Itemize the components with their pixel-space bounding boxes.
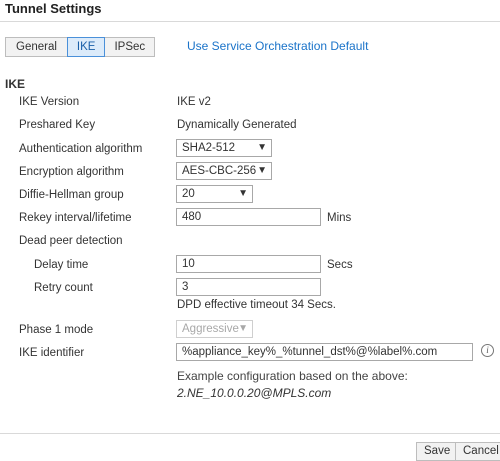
- dh-group-label: Diffie-Hellman group: [19, 189, 124, 201]
- chevron-down-icon: ▼: [257, 142, 267, 153]
- encryption-algorithm-value: AES-CBC-256: [182, 165, 257, 177]
- chevron-down-icon: ▼: [238, 188, 248, 199]
- encryption-algorithm-label: Encryption algorithm: [19, 166, 124, 178]
- use-orchestration-default-link[interactable]: Use Service Orchestration Default: [187, 39, 368, 53]
- tab-ipsec[interactable]: IPSec: [104, 37, 156, 57]
- dh-group-value: 20: [182, 188, 195, 200]
- phase1-mode-value: Aggressive: [182, 323, 239, 335]
- rekey-unit: Mins: [327, 212, 352, 224]
- page-title: Tunnel Settings: [5, 1, 102, 16]
- ike-identifier-input[interactable]: [176, 343, 473, 361]
- rekey-label: Rekey interval/lifetime: [19, 212, 132, 224]
- cancel-button[interactable]: Cancel: [455, 442, 500, 461]
- dpd-label: Dead peer detection: [19, 235, 123, 247]
- phase1-mode-select[interactable]: Aggressive ▼: [176, 320, 253, 338]
- delay-time-input[interactable]: [176, 255, 321, 273]
- section-title-ike: IKE: [5, 77, 26, 91]
- ike-version-label: IKE Version: [19, 96, 80, 108]
- info-icon[interactable]: i: [481, 344, 494, 357]
- title-divider: [0, 21, 500, 22]
- phase1-mode-label: Phase 1 mode: [19, 324, 94, 336]
- example-config-text: Example configuration based on the above…: [177, 369, 408, 383]
- delay-time-label: Delay time: [34, 259, 89, 271]
- retry-count-input[interactable]: [176, 278, 321, 296]
- example-config-value: 2.NE_10.0.0.20@MPLS.com: [177, 386, 332, 400]
- tab-general[interactable]: General: [5, 37, 68, 57]
- ike-version-value: IKE v2: [177, 96, 211, 108]
- preshared-key-value: Dynamically Generated: [177, 119, 297, 131]
- delay-time-unit: Secs: [327, 259, 353, 271]
- retry-count-label: Retry count: [34, 282, 93, 294]
- dh-group-select[interactable]: 20 ▼: [176, 185, 253, 203]
- ike-identifier-label: IKE identifier: [19, 347, 85, 359]
- tab-bar: General IKE IPSec: [5, 37, 156, 57]
- auth-algorithm-label: Authentication algorithm: [19, 143, 143, 155]
- title-bar: Tunnel Settings: [0, 0, 500, 20]
- chevron-down-icon: ▼: [238, 323, 248, 334]
- footer-divider: [0, 433, 500, 434]
- dpd-timeout-note: DPD effective timeout 34 Secs.: [177, 299, 336, 311]
- auth-algorithm-select[interactable]: SHA2-512 ▼: [176, 139, 272, 157]
- save-button[interactable]: Save: [416, 442, 459, 461]
- preshared-key-label: Preshared Key: [19, 119, 96, 131]
- auth-algorithm-value: SHA2-512: [182, 142, 236, 154]
- chevron-down-icon: ▼: [257, 165, 267, 176]
- tab-ike[interactable]: IKE: [66, 37, 106, 57]
- encryption-algorithm-select[interactable]: AES-CBC-256 ▼: [176, 162, 272, 180]
- rekey-input[interactable]: [176, 208, 321, 226]
